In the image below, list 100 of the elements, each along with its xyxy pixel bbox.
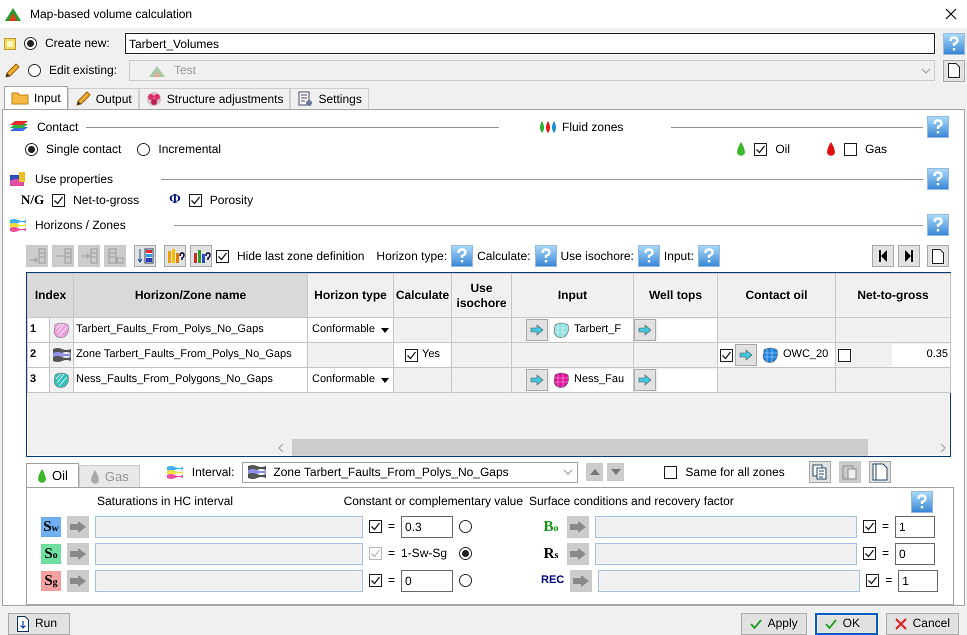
wavy-layers-icon: [9, 217, 27, 233]
checkbox-label: Yes: [422, 348, 440, 362]
help-button[interactable]: [451, 245, 474, 267]
select-button[interactable]: [67, 516, 89, 538]
new-button[interactable]: [943, 60, 965, 82]
checkbox[interactable]: [754, 142, 768, 156]
cross-icon: [894, 618, 907, 630]
tab[interactable]: Output: [68, 88, 139, 109]
help-button[interactable]: [534, 245, 556, 267]
help-button[interactable]: [638, 245, 660, 267]
help-button[interactable]: [927, 168, 949, 190]
tab[interactable]: Structure adjustments: [138, 88, 290, 109]
select-button[interactable]: [67, 570, 89, 592]
run-button[interactable]: Run: [8, 612, 70, 634]
column-header[interactable]: Net-to-gross: [836, 274, 950, 318]
help-icon: [932, 171, 944, 187]
select-button[interactable]: [567, 542, 589, 564]
checkbox[interactable]: [866, 574, 880, 587]
checkbox[interactable]: [863, 520, 876, 533]
dropdown-field[interactable]: Conformable: [308, 318, 394, 342]
section-title: Use properties: [35, 172, 114, 186]
first-button[interactable]: [872, 245, 894, 267]
checkbox[interactable]: [216, 250, 229, 262]
checkbox[interactable]: [188, 194, 202, 206]
checkbox[interactable]: [844, 142, 857, 156]
help-label: Calculate:: [477, 248, 530, 264]
checkbox[interactable]: [52, 194, 66, 206]
help-button[interactable]: [698, 245, 720, 267]
radio-button[interactable]: [24, 37, 37, 50]
last-button[interactable]: [898, 245, 920, 267]
checkbox[interactable]: [405, 348, 418, 362]
insert-after-icon: [80, 247, 98, 265]
new-button[interactable]: [927, 245, 949, 267]
text-field[interactable]: Tarbert_Volumes: [125, 33, 935, 54]
value-field[interactable]: 0: [401, 570, 454, 592]
paste-button[interactable]: [838, 461, 861, 483]
input-field[interactable]: [95, 516, 363, 538]
input-field[interactable]: [595, 516, 857, 538]
radio-label: Create new:: [45, 36, 111, 51]
move-down-button[interactable]: [607, 463, 624, 481]
page-button[interactable]: [868, 461, 891, 483]
value-field[interactable]: 0.3: [401, 516, 454, 538]
input-field[interactable]: [95, 542, 363, 564]
tab[interactable]: Oil: [26, 463, 79, 487]
copy-button[interactable]: [808, 461, 831, 483]
select-button[interactable]: [567, 516, 589, 538]
document-arrow-icon: [17, 616, 29, 632]
radio-button[interactable]: [459, 520, 472, 533]
check-icon: [824, 618, 837, 630]
help-button[interactable]: [911, 491, 933, 513]
zone-icon: [166, 464, 184, 480]
select-button[interactable]: [570, 570, 592, 592]
ok-button[interactable]: OK: [814, 612, 878, 634]
input-field[interactable]: [95, 570, 363, 592]
checkbox[interactable]: [369, 520, 382, 533]
cancel-button[interactable]: Cancel: [886, 612, 959, 634]
equals-sign: =: [882, 519, 890, 534]
tab[interactable]: Input: [4, 86, 68, 109]
select-button[interactable]: [67, 542, 89, 564]
input-field[interactable]: [598, 570, 860, 592]
property-symbol: N/G: [21, 191, 44, 210]
field-label: Interval:: [192, 464, 234, 480]
help-button[interactable]: [927, 214, 949, 236]
checkbox[interactable]: [863, 547, 876, 560]
move-up-button[interactable]: [586, 463, 604, 481]
input-field[interactable]: [595, 542, 857, 564]
help-button[interactable]: [927, 116, 949, 138]
checkbox[interactable]: [369, 574, 382, 587]
arrow-right-icon: [572, 574, 590, 588]
dropdown-field[interactable]: Conformable: [308, 368, 394, 392]
caret-down-icon: [381, 378, 389, 382]
section-title: Contact: [37, 120, 78, 134]
checkbox[interactable]: [664, 466, 678, 478]
toolbar-button[interactable]: [134, 245, 156, 267]
tab[interactable]: Settings: [290, 88, 369, 109]
paste-icon: [842, 464, 858, 480]
toolbar-button[interactable]: [164, 245, 186, 267]
column-header[interactable]: Index: [28, 274, 74, 318]
apply-button[interactable]: Apply: [740, 612, 807, 634]
column-header[interactable]: Horizon/Zone name: [74, 274, 308, 318]
radio-button[interactable]: [137, 142, 150, 156]
column-header[interactable]: Use isochore: [452, 274, 512, 318]
help-icon: [948, 36, 960, 52]
column-header[interactable]: Well tops: [634, 274, 718, 318]
value-field[interactable]: 0: [895, 542, 936, 564]
toolbar-button[interactable]: [190, 245, 212, 267]
dropdown-field[interactable]: Zone Tarbert_Faults_From_Polys_No_Gaps: [242, 462, 578, 482]
column-header[interactable]: Input: [512, 274, 634, 318]
value-field[interactable]: 1: [898, 570, 938, 592]
close-button[interactable]: [943, 6, 959, 22]
column-label: Surface conditions and recovery factor: [529, 494, 734, 508]
radio-button[interactable]: [459, 574, 472, 587]
column-header[interactable]: Contact oil: [718, 274, 836, 318]
help-icon: [916, 494, 928, 510]
value-field[interactable]: 1: [895, 516, 936, 538]
radio-button[interactable]: [25, 142, 38, 156]
help-button[interactable]: [943, 32, 965, 54]
column-header[interactable]: Horizon type: [308, 274, 394, 318]
column-header[interactable]: Calculate: [394, 274, 452, 318]
scrollbar-thumb[interactable]: [292, 439, 868, 456]
